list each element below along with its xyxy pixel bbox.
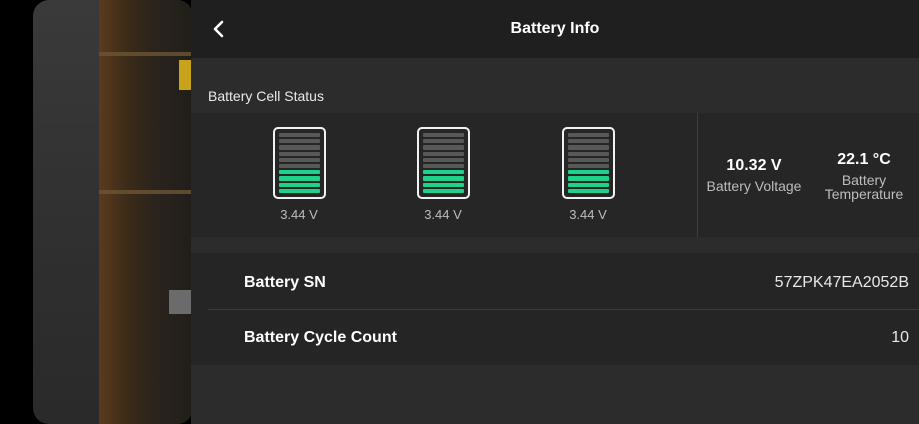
- scene-object: [169, 290, 193, 314]
- battery-segment: [567, 157, 609, 163]
- battery-details: Battery SN 57ZPK47EA2052B Battery Cycle …: [191, 253, 919, 365]
- battery-segment: [278, 139, 320, 144]
- battery-segment: [422, 176, 464, 181]
- battery-segment: [422, 145, 464, 150]
- battery-temperature-label: Battery Temperature: [824, 172, 904, 202]
- back-button[interactable]: [207, 17, 231, 41]
- battery-sn-label: Battery SN: [244, 274, 326, 291]
- battery-cell: 3.44 V: [558, 127, 618, 222]
- cells-group: 3.44 V 3.44 V 3.44 V: [191, 113, 697, 237]
- background-card: [33, 0, 193, 424]
- battery-voltage-label: Battery Voltage: [706, 178, 802, 194]
- shelf-edge: [99, 52, 193, 56]
- battery-segment: [278, 157, 320, 163]
- cell-voltage: 3.44 V: [569, 207, 607, 222]
- battery-segment: [567, 188, 609, 194]
- cell-status-area: 3.44 V 3.44 V 3.44 V 10.32 V Battery Vol…: [191, 113, 919, 237]
- battery-segment: [567, 133, 609, 138]
- battery-segment: [278, 133, 320, 138]
- cell-status-label: Battery Cell Status: [208, 88, 324, 104]
- battery-segment: [422, 164, 464, 169]
- battery-segment: [422, 157, 464, 163]
- battery-temperature-value: 22.1 °C: [837, 151, 891, 168]
- battery-segment: [567, 182, 609, 187]
- battery-segment: [422, 188, 464, 194]
- battery-voltage-value: 10.32 V: [726, 157, 782, 174]
- battery-info-panel: Battery Info Battery Cell Status 3.44 V …: [191, 0, 919, 424]
- battery-segment: [567, 170, 609, 175]
- shelf-edge: [99, 190, 193, 194]
- battery-cycle-row: Battery Cycle Count 10: [208, 310, 919, 366]
- battery-cycle-label: Battery Cycle Count: [244, 329, 397, 346]
- top-bar: Battery Info: [191, 0, 919, 58]
- battery-voltage-stat: 10.32 V Battery Voltage: [701, 157, 807, 193]
- battery-segment: [278, 176, 320, 181]
- battery-segment: [567, 139, 609, 144]
- battery-icon: [416, 127, 470, 199]
- battery-segment: [278, 145, 320, 150]
- battery-segment: [278, 151, 320, 156]
- battery-segment: [567, 151, 609, 156]
- battery-icon: [272, 127, 326, 199]
- battery-segment: [422, 133, 464, 138]
- battery-cell: 3.44 V: [269, 127, 329, 222]
- battery-temperature-stat: 22.1 °C Battery Temperature: [817, 151, 911, 201]
- battery-cycle-value: 10: [891, 329, 909, 346]
- camera-scene: [99, 0, 193, 424]
- chevron-left-icon: [213, 20, 224, 38]
- battery-segment: [422, 151, 464, 156]
- battery-icon: [561, 127, 615, 199]
- battery-segment: [567, 176, 609, 181]
- battery-segment: [278, 188, 320, 194]
- battery-segment: [567, 164, 609, 169]
- battery-segment: [422, 139, 464, 144]
- battery-segment: [422, 182, 464, 187]
- cell-voltage: 3.44 V: [424, 207, 462, 222]
- battery-cell: 3.44 V: [413, 127, 473, 222]
- battery-sn-value: 57ZPK47EA2052B: [774, 274, 909, 291]
- cell-voltage: 3.44 V: [280, 207, 318, 222]
- battery-segment: [278, 164, 320, 169]
- battery-segment: [278, 170, 320, 175]
- vertical-divider: [697, 113, 698, 237]
- battery-segment: [422, 170, 464, 175]
- battery-sn-row: Battery SN 57ZPK47EA2052B: [208, 255, 919, 311]
- page-title: Battery Info: [510, 20, 600, 37]
- battery-segment: [567, 145, 609, 150]
- battery-segment: [278, 182, 320, 187]
